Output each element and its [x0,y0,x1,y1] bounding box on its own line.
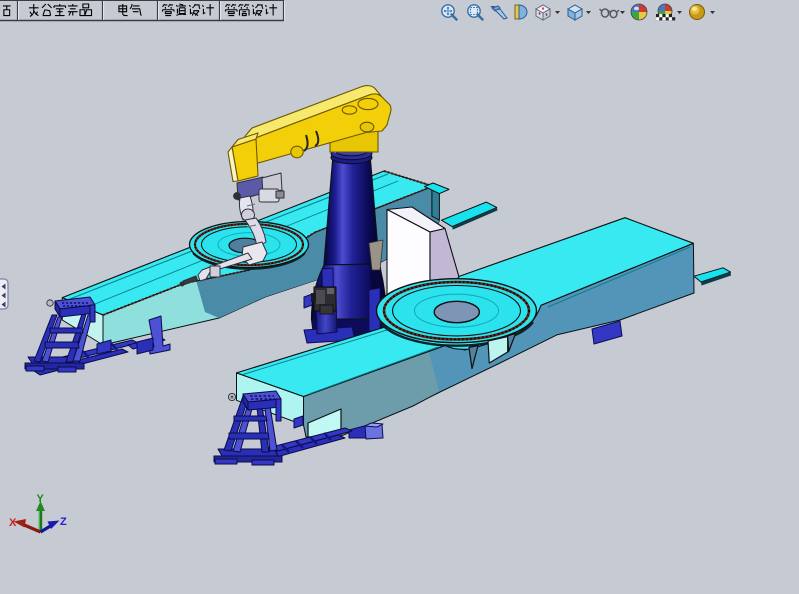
svg-text:X: X [9,517,17,529]
svg-text:Z: Z [60,516,67,528]
svg-text:Y: Y [37,493,45,505]
